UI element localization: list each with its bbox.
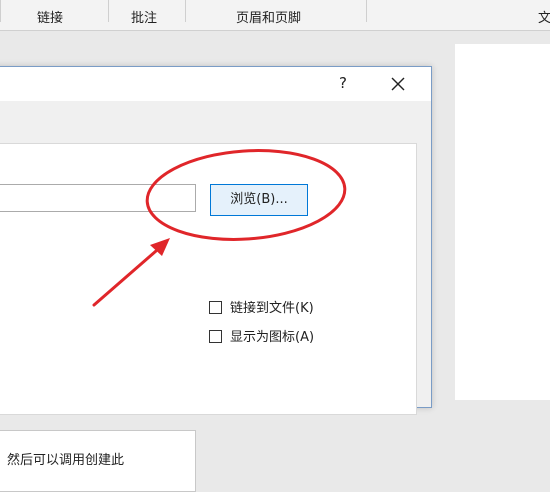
ribbon-tab-header-footer[interactable]: 页眉和页脚 (236, 7, 301, 26)
result-description-box: 然后可以调用创建此 (0, 430, 196, 492)
filename-input[interactable] (0, 184, 196, 212)
create-from-file-panel: 浏览(B)... 链接到文件(K) 显示为图标(A) 然后可以调用创建此 (0, 143, 417, 492)
checkbox-box[interactable] (209, 330, 222, 343)
checkbox-box[interactable] (209, 301, 222, 314)
ribbon-bar: 链接 批注 页眉和页脚 文 (0, 0, 550, 31)
result-description-text: 然后可以调用创建此 (7, 453, 125, 468)
ribbon-tab-comment[interactable]: 批注 (131, 7, 157, 26)
dialog-titlebar: ? (0, 67, 431, 101)
link-to-file-checkbox[interactable]: 链接到文件(K) (209, 297, 314, 317)
close-button[interactable] (387, 73, 409, 95)
browse-button[interactable]: 浏览(B)... (210, 184, 308, 216)
ribbon-separator (108, 0, 109, 22)
ribbon-tab-link[interactable]: 链接 (37, 7, 63, 26)
insert-object-dialog: ? 浏览(B)... 链接到文件(K) 显示为图标(A) 然后可以调用创建此 (0, 66, 432, 492)
checkbox-label: 链接到文件(K) (230, 301, 314, 316)
dialog-tab-strip (0, 101, 431, 145)
ribbon-tab-text[interactable]: 文 (538, 7, 550, 26)
help-button[interactable]: ? (333, 73, 353, 93)
close-icon (391, 77, 405, 91)
document-page (455, 44, 550, 400)
ribbon-separator (0, 0, 1, 22)
ribbon-separator (366, 0, 367, 22)
ribbon-separator (185, 0, 186, 22)
display-as-icon-checkbox[interactable]: 显示为图标(A) (209, 326, 314, 346)
checkbox-label: 显示为图标(A) (230, 330, 315, 345)
